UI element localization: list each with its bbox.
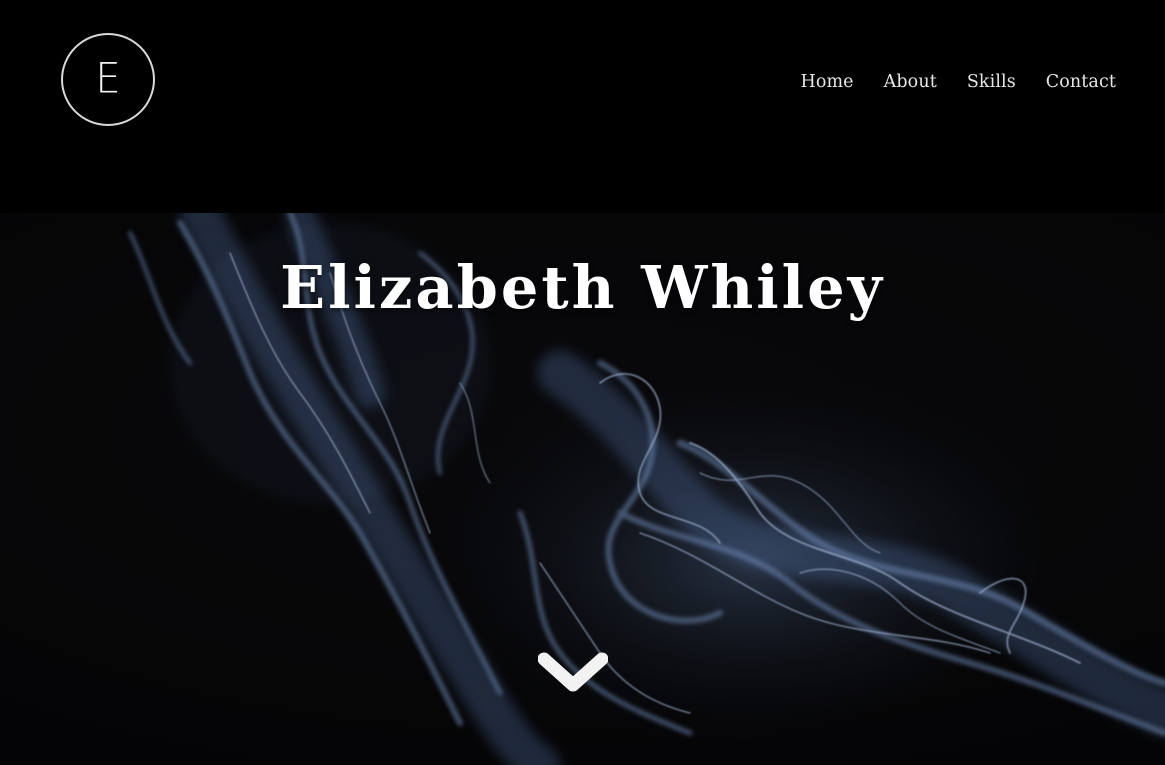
page: E Home About Skills Contact Elizabeth Wh… (0, 0, 1165, 765)
hero-title: Elizabeth Whiley (280, 253, 885, 322)
hero-section: Elizabeth Whiley (0, 213, 1165, 765)
site-header: E Home About Skills Contact (0, 0, 1165, 213)
nav-about[interactable]: About (884, 72, 937, 92)
nav-skills[interactable]: Skills (967, 72, 1016, 92)
chevron-down-icon (537, 652, 609, 692)
logo[interactable]: E (61, 33, 155, 126)
scroll-down-button[interactable] (537, 651, 609, 697)
main-nav: Home About Skills Contact (800, 72, 1116, 92)
nav-home[interactable]: Home (800, 72, 853, 92)
nav-contact[interactable]: Contact (1046, 72, 1116, 92)
logo-letter: E (95, 54, 121, 103)
